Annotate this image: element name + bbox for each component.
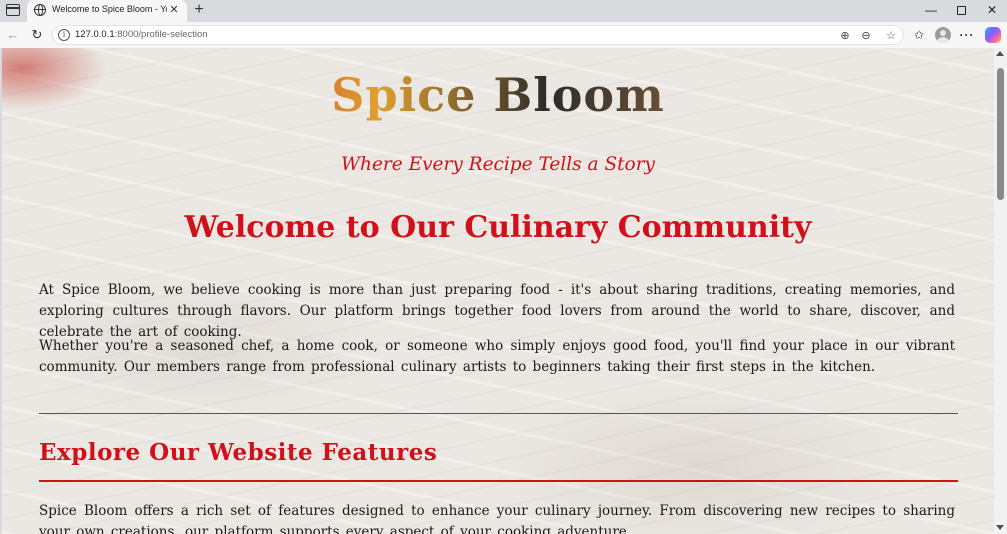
- divider: [39, 413, 958, 414]
- tab-title: Welcome to Spice Bloom - Your C: [52, 4, 167, 14]
- url-text[interactable]: 127.0.0.1:8000/profile-selection: [75, 29, 208, 40]
- close-tab-icon[interactable]: ✕: [167, 3, 181, 17]
- copilot-icon[interactable]: [985, 27, 1001, 43]
- globe-icon: [34, 4, 46, 16]
- features-heading: Explore Our Website Features: [39, 439, 438, 466]
- url-path: :8000/profile-selection: [114, 29, 208, 40]
- maximize-icon: [956, 6, 966, 15]
- community-paragraph: Whether you're a seasoned chef, a home c…: [39, 338, 955, 375]
- page-scrollbar[interactable]: [994, 48, 1007, 534]
- new-tab-button[interactable]: +: [190, 1, 208, 19]
- reload-button[interactable]: ↻: [28, 26, 46, 44]
- scroll-thumb[interactable]: [997, 68, 1004, 200]
- page-viewport: Spice Bloom Where Every Recipe Tells a S…: [2, 48, 994, 534]
- header: Spice Bloom: [2, 48, 994, 138]
- url-host: 127.0.0.1: [75, 29, 115, 40]
- page-title: Welcome to Our Culinary Community: [184, 210, 812, 245]
- sidebar-toggle-icon[interactable]: [6, 4, 20, 16]
- address-bar[interactable]: i 127.0.0.1:8000/profile-selection ⊕ ⊖ ☆: [52, 25, 904, 45]
- site-logo: Spice Bloom: [2, 68, 994, 122]
- intro-paragraph: At Spice Bloom, we believe cooking is mo…: [39, 282, 955, 340]
- more-menu-icon[interactable]: ···: [958, 26, 976, 44]
- close-window-button[interactable]: ✕: [981, 1, 1003, 19]
- back-button[interactable]: ←: [4, 26, 22, 44]
- scroll-up-arrow-icon[interactable]: [996, 51, 1004, 56]
- favorites-icon[interactable]: ✩: [910, 26, 928, 44]
- features-paragraph: Spice Bloom offers a rich set of feature…: [39, 503, 955, 534]
- minimize-button[interactable]: —: [920, 1, 942, 19]
- profile-avatar[interactable]: [935, 27, 951, 43]
- browser-toolbar: ← ↻ i 127.0.0.1:8000/profile-selection ⊕…: [0, 22, 1007, 48]
- features-underline: [39, 480, 958, 482]
- tagline: Where Every Recipe Tells a Story: [341, 154, 655, 175]
- maximize-button[interactable]: [950, 1, 972, 19]
- zoom-icon[interactable]: ⊕: [837, 28, 853, 44]
- site-info-icon[interactable]: i: [58, 29, 70, 41]
- active-tab[interactable]: Welcome to Spice Bloom - Your C ✕: [27, 0, 187, 22]
- page-actions-icon[interactable]: ⊖: [858, 28, 874, 44]
- scroll-down-arrow-icon[interactable]: [996, 525, 1004, 530]
- favorite-star-icon[interactable]: ☆: [883, 28, 899, 44]
- tab-strip: Welcome to Spice Bloom - Your C ✕ + — ✕: [0, 0, 1007, 22]
